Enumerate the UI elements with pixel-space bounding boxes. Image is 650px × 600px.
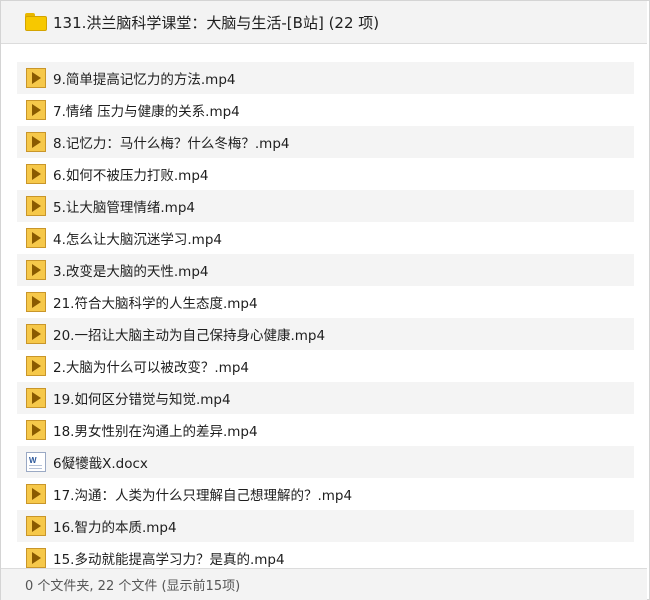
file-row[interactable]: 5.让大脑管理情绪.mp4 — [17, 190, 634, 222]
file-name: 21.符合大脑科学的人生态度.mp4 — [53, 296, 258, 312]
file-row[interactable]: 19.如何区分错觉与知觉.mp4 — [17, 382, 634, 414]
video-file-icon — [26, 484, 46, 504]
file-row[interactable]: 17.沟通：人类为什么只理解自己想理解的？.mp4 — [17, 478, 634, 510]
file-name: 2.大脑为什么可以被改变？.mp4 — [53, 360, 249, 376]
folder-title: 131.洪兰脑科学课堂：大脑与生活-[B站] (22 项) — [53, 13, 380, 32]
file-name: 7.情绪 压力与健康的关系.mp4 — [53, 104, 240, 120]
video-file-icon — [26, 100, 46, 120]
video-file-icon — [26, 196, 46, 216]
file-name: 17.沟通：人类为什么只理解自己想理解的？.mp4 — [53, 488, 353, 504]
file-row[interactable]: 7.情绪 压力与健康的关系.mp4 — [17, 94, 634, 126]
file-name: 5.让大脑管理情绪.mp4 — [53, 200, 195, 216]
video-file-icon — [26, 548, 46, 568]
video-file-icon — [26, 132, 46, 152]
file-list: 9.简单提高记忆力的方法.mp4 7.情绪 压力与健康的关系.mp4 8.记忆力：马… — [17, 62, 634, 568]
status-text: 0 个文件夹, 22 个文件 (显示前15项) — [25, 579, 241, 594]
file-row[interactable]: 8.记忆力：马什么梅？什么冬梅？.mp4 — [17, 126, 634, 158]
file-row[interactable]: 20.一招让大脑主动为自己保持身心健康.mp4 — [17, 318, 634, 350]
file-row[interactable]: 2.大脑为什么可以被改变？.mp4 — [17, 350, 634, 382]
video-file-icon — [26, 292, 46, 312]
file-row[interactable]: 3.改变是大脑的天性.mp4 — [17, 254, 634, 286]
file-row[interactable]: 18.男女性别在沟通上的差异.mp4 — [17, 414, 634, 446]
folder-icon — [25, 13, 47, 31]
word-document-icon: W — [26, 452, 46, 472]
file-name: 3.改变是大脑的天性.mp4 — [53, 264, 209, 280]
file-name: 19.如何区分错觉与知觉.mp4 — [53, 392, 231, 408]
video-file-icon — [26, 164, 46, 184]
file-name: 8.记忆力：马什么梅？什么冬梅？.mp4 — [53, 136, 290, 152]
file-row[interactable]: 21.符合大脑科学的人生态度.mp4 — [17, 286, 634, 318]
file-name: 4.怎么让大脑沉迷学习.mp4 — [53, 232, 222, 248]
video-file-icon — [26, 388, 46, 408]
file-name: 16.智力的本质.mp4 — [53, 520, 177, 536]
file-row[interactable]: 4.怎么让大脑沉迷学习.mp4 — [17, 222, 634, 254]
status-bar: 0 个文件夹, 22 个文件 (显示前15项) — [1, 568, 647, 600]
file-row[interactable]: 9.简单提高记忆力的方法.mp4 — [17, 62, 634, 94]
file-name: 15.多动就能提高学习力？是真的.mp4 — [53, 552, 285, 568]
video-file-icon — [26, 420, 46, 440]
file-name: 18.男女性别在沟通上的差异.mp4 — [53, 424, 258, 440]
file-row[interactable]: 6.如何不被压力打败.mp4 — [17, 158, 634, 190]
video-file-icon — [26, 356, 46, 376]
video-file-icon — [26, 516, 46, 536]
file-name: 6.如何不被压力打败.mp4 — [53, 168, 209, 184]
video-file-icon — [26, 68, 46, 88]
file-row[interactable]: 15.多动就能提高学习力？是真的.mp4 — [17, 542, 634, 568]
video-file-icon — [26, 260, 46, 280]
file-row[interactable]: 16.智力的本质.mp4 — [17, 510, 634, 542]
video-file-icon — [26, 324, 46, 344]
file-name: 9.简单提高记忆力的方法.mp4 — [53, 72, 236, 88]
folder-header: 131.洪兰脑科学课堂：大脑与生活-[B站] (22 项) — [1, 1, 647, 44]
file-name: 6儗犪戠X.docx — [53, 456, 148, 472]
video-file-icon — [26, 228, 46, 248]
file-row[interactable]: W 6儗犪戠X.docx — [17, 446, 634, 478]
file-name: 20.一招让大脑主动为自己保持身心健康.mp4 — [53, 328, 326, 344]
